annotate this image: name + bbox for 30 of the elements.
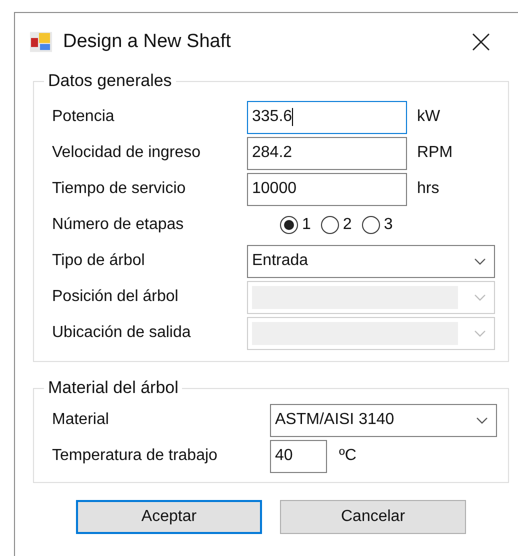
field-label: Posición del árbol <box>52 288 180 306</box>
unit-label: RPM <box>417 144 454 162</box>
field-label: Tiempo de servicio <box>52 180 187 198</box>
dropdown-field[interactable]: Entrada <box>247 244 495 278</box>
app-icon <box>30 32 52 52</box>
chevron-icon <box>474 258 486 264</box>
chevron-icon <box>474 294 486 300</box>
chevron-icon <box>476 416 488 424</box>
field-label: Velocidad de ingreso <box>52 144 202 162</box>
input-field[interactable]: 335.6 <box>247 100 407 134</box>
input-field[interactable]: 10000 <box>247 172 407 206</box>
field-label: Temperatura de trabajo <box>52 447 218 465</box>
chevron-icon <box>474 330 486 336</box>
dropdown-field[interactable]: ASTM/AISI 3140 <box>270 404 497 436</box>
field-label: Tipo de árbol <box>52 252 146 270</box>
dialog-button[interactable]: Cancelar <box>280 500 466 534</box>
unit-label: hrs <box>417 180 440 198</box>
field-label: Potencia <box>52 108 116 126</box>
dialog-button[interactable]: Aceptar <box>76 500 262 534</box>
field-label: Material <box>52 411 110 429</box>
field-label: Número de etapas <box>52 216 185 234</box>
input-field[interactable]: 284.2 <box>247 136 407 170</box>
unit-label: kW <box>417 108 442 126</box>
group-title: Material del árbol <box>47 378 180 398</box>
unit-label: ºC <box>339 447 358 465</box>
field-label: Ubicación de salida <box>52 324 192 342</box>
input-field[interactable]: 40 <box>270 440 327 472</box>
group-title: Datos generales <box>47 71 173 91</box>
close-icon[interactable] <box>472 33 490 51</box>
window-title: Design a New Shaft <box>63 31 231 53</box>
